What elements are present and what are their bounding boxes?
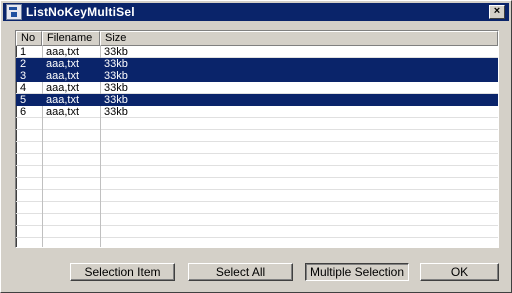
cell-size: 33kb	[104, 58, 128, 70]
cell-filename: aaa,txt	[46, 94, 80, 106]
cell-size: 33kb	[104, 70, 128, 82]
cell-size: 33kb	[104, 106, 128, 118]
cell-filename: aaa,txt	[46, 82, 80, 94]
select-all-button[interactable]: Select All	[188, 263, 293, 281]
list-header: No Filename Size	[16, 31, 498, 46]
dialog-window: ListNoKeyMultiSel × No Filename Size 1 a…	[0, 0, 512, 293]
cell-no: 2	[20, 58, 27, 70]
list-row[interactable]: 5 aaa,txt 33kb	[16, 94, 498, 106]
cell-filename: aaa,txt	[46, 58, 80, 70]
cell-size: 33kb	[104, 94, 128, 106]
multiple-selection-button[interactable]: Multiple Selection	[305, 263, 409, 281]
app-icon	[6, 4, 22, 20]
cell-no: 1	[20, 46, 27, 58]
title-bar[interactable]: ListNoKeyMultiSel ×	[3, 3, 509, 21]
cell-size: 33kb	[104, 82, 128, 94]
column-header-filename[interactable]: Filename	[42, 31, 100, 46]
cell-no: 5	[20, 94, 27, 106]
cell-filename: aaa,txt	[46, 46, 80, 58]
list-row[interactable]: 4 aaa,txt 33kb	[16, 82, 498, 94]
list-row[interactable]: 2 aaa,txt 33kb	[16, 58, 498, 70]
close-button[interactable]: ×	[489, 5, 505, 19]
cell-filename: aaa,txt	[46, 106, 80, 118]
list-rows: 1 aaa,txt 33kb 2 aaa,txt 33kb 3 aaa,txt …	[16, 46, 498, 118]
cell-no: 4	[20, 82, 27, 94]
list-row[interactable]: 3 aaa,txt 33kb	[16, 70, 498, 82]
window-title: ListNoKeyMultiSel	[26, 5, 135, 19]
cell-filename: aaa,txt	[46, 70, 80, 82]
cell-no: 3	[20, 70, 27, 82]
list-row[interactable]: 6 aaa,txt 33kb	[16, 106, 498, 118]
file-list-view[interactable]: No Filename Size 1 aaa,txt 33kb 2 aaa,tx…	[15, 30, 499, 248]
ok-button[interactable]: OK	[420, 263, 499, 281]
cell-size: 33kb	[104, 46, 128, 58]
column-header-size[interactable]: Size	[100, 31, 498, 46]
column-header-no[interactable]: No	[16, 31, 42, 46]
list-row[interactable]: 1 aaa,txt 33kb	[16, 46, 498, 58]
selection-item-button[interactable]: Selection Item	[70, 263, 175, 281]
cell-no: 6	[20, 106, 27, 118]
